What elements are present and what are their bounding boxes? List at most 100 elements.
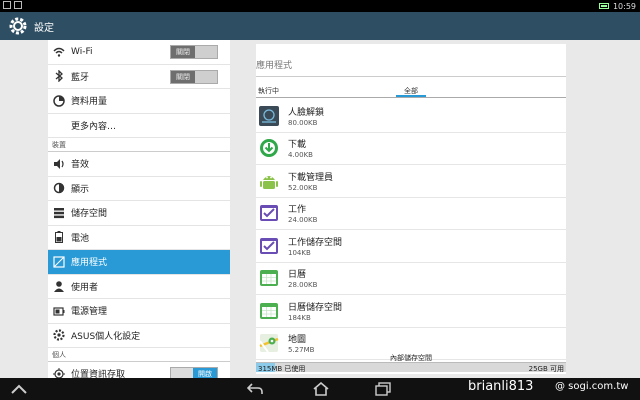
sidebar-item-label: 資料用量 [71,97,108,108]
settings-sidebar: Wi-Fi 關閉 藍牙 關閉 資料用量 更多內容… 裝置 音效 顯示 儲存空間 … [48,40,230,378]
calendar-storage-icon [258,300,280,322]
face-unlock-icon [258,105,280,127]
location-icon [52,367,66,378]
sidebar-item-label: 更多內容… [71,121,117,132]
list-item[interactable]: 日曆 28.00KB [256,263,566,295]
page-title: 設定 [34,22,54,34]
notification-icon [14,1,22,9]
sidebar-item-wifi[interactable]: Wi-Fi 關閉 [48,40,230,65]
status-bar: 10:59 [0,0,640,12]
sidebar-item-label: 電池 [71,233,90,244]
storage-icon [52,206,66,220]
app-name: 人臉解鎖 [288,107,325,118]
watermark-site: @ sogi.com.tw [555,381,629,392]
section-header-device: 裝置 [48,138,230,152]
home-icon[interactable] [312,381,330,397]
app-size: 104KB [288,248,311,257]
apps-card: 應用程式 執行中 全部 人臉解鎖 80.00KB 下載 4.00KB 下載管理員… [256,44,566,374]
sidebar-item-sound[interactable]: 音效 [48,152,230,177]
sidebar-item-label: ASUS個人化設定 [71,331,141,342]
tab-running[interactable]: 執行中 [258,86,279,96]
battery-icon [598,3,609,9]
app-name: 下載 [288,140,307,151]
list-item[interactable]: 工作 24.00KB [256,198,566,230]
location-toggle[interactable]: 開啟 [170,367,218,378]
download-icon [258,137,280,159]
action-bar: 設定 [0,12,640,40]
divider [256,97,566,98]
app-size: 4.00KB [288,151,313,160]
user-icon [52,279,66,293]
app-name: 工作儲存空間 [288,237,343,248]
app-size: 28.00KB [288,281,318,290]
wifi-toggle[interactable]: 關閉 [170,45,218,59]
sidebar-item-label: 顯示 [71,184,90,195]
section-title: 應用程式 [256,61,293,71]
speaker-icon [52,157,66,171]
screenshot-icon [3,1,11,9]
app-name: 日曆儲存空間 [288,302,343,313]
list-item[interactable]: 下載管理員 52.00KB [256,165,566,198]
sidebar-item-storage[interactable]: 儲存空間 [48,201,230,226]
sidebar-item-label: Wi-Fi [71,46,93,57]
app-list: 人臉解鎖 80.00KB 下載 4.00KB 下載管理員 52.00KB 工作 24.0… [256,100,566,360]
storage-used: 315MB 已使用 [258,365,306,373]
navigation-bar [0,378,640,400]
sidebar-item-apps[interactable]: 應用程式 [48,250,230,275]
back-icon[interactable] [246,381,264,397]
watermark-user: brianli813 [468,379,534,394]
brightness-icon [52,181,66,195]
storage-free: 25GB 可用 [528,365,564,373]
apps-pane: 應用程式 執行中 全部 人臉解鎖 80.00KB 下載 4.00KB 下載管理員… [230,40,592,378]
app-size: 184KB [288,313,311,322]
sidebar-item-label: 儲存空間 [71,209,108,220]
sidebar-item-display[interactable]: 顯示 [48,177,230,201]
sidebar-item-users[interactable]: 使用者 [48,275,230,299]
data-usage-icon [52,94,66,108]
app-name: 日曆 [288,270,307,281]
app-size: 80.00KB [288,118,318,127]
list-item[interactable]: 日曆儲存空間 184KB [256,295,566,328]
toggle-label: 關閉 [171,46,195,58]
sidebar-item-bluetooth[interactable]: 藍牙 關閉 [48,65,230,89]
clock: 10:59 [612,1,636,11]
settings-gear-icon[interactable] [8,16,28,36]
sidebar-item-power[interactable]: 電源管理 [48,299,230,324]
sidebar-item-more[interactable]: 更多內容… [48,114,230,138]
task-icon [258,202,280,224]
app-name: 地圖 [288,335,307,346]
app-size: 52.00KB [288,183,318,192]
sidebar-item-asus[interactable]: ASUS個人化設定 [48,324,230,348]
list-item[interactable]: 工作儲存空間 104KB [256,230,566,263]
wifi-icon [52,45,66,59]
sidebar-item-label: 音效 [71,160,90,171]
toggle-label: 開啟 [193,368,217,378]
app-name: 下載管理員 [288,172,334,183]
apps-tabs: 執行中 全部 [256,86,566,97]
list-item[interactable]: 人臉解鎖 80.00KB [256,100,566,133]
collapse-icon[interactable] [10,381,28,397]
battery-icon [52,230,66,244]
divider [256,76,566,77]
sidebar-item-label: 應用程式 [71,258,108,269]
sidebar-item-data-usage[interactable]: 資料用量 [48,89,230,114]
calendar-icon [258,267,280,289]
app-size: 24.00KB [288,216,318,225]
sidebar-item-label: 位置資訊存取 [71,370,126,378]
bluetooth-icon [52,69,66,83]
recent-apps-icon[interactable] [374,381,392,397]
bluetooth-toggle[interactable]: 關閉 [170,69,218,84]
storage-bar: 315MB 已使用 25GB 可用 [256,362,566,373]
apps-icon [52,255,66,269]
list-item[interactable]: 下載 4.00KB [256,133,566,165]
power-management-icon [52,304,66,318]
android-icon [258,170,280,192]
maps-icon [258,332,280,354]
toggle-label: 關閉 [171,70,195,83]
app-name: 工作 [288,205,307,216]
sidebar-item-battery[interactable]: 電池 [48,226,230,250]
sidebar-item-label: 電源管理 [71,307,108,318]
sidebar-item-location[interactable]: 位置資訊存取 開啟 [48,362,230,378]
task-storage-icon [258,235,280,257]
storage-summary: 內部儲存空間 315MB 已使用 25GB 可用 [256,354,566,374]
